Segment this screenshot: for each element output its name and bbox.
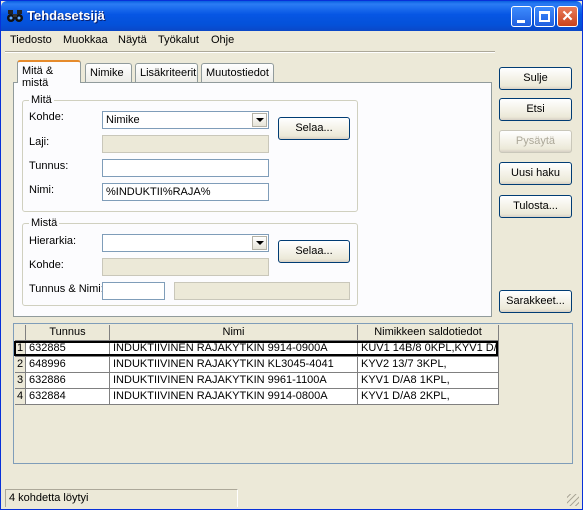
column-header-saldo[interactable]: Nimikkeen saldotiedot	[358, 325, 499, 341]
window-title: Tehdasetsijä	[27, 8, 105, 23]
menu-tiedosto[interactable]: Tiedosto	[10, 34, 52, 46]
table-cell[interactable]: INDUKTIIVINEN RAJAKYTKIN 9914-0800A	[110, 389, 358, 405]
maximize-icon	[539, 11, 550, 22]
table-cell[interactable]: 632884	[26, 389, 110, 405]
status-text: 4 kohdetta löytyi	[9, 492, 89, 504]
nimi-input[interactable]: %INDUKTII%RAJA%	[102, 183, 269, 201]
label-laji: Laji:	[29, 136, 50, 148]
tab-nimike[interactable]: Nimike	[85, 63, 132, 83]
label-tunnus-nimi: Tunnus & Nimi:	[29, 283, 104, 295]
grid-corner	[15, 325, 26, 341]
status-bar: 4 kohdetta löytyi	[5, 489, 238, 507]
print-button[interactable]: Tulosta...	[499, 195, 572, 218]
label-nimi: Nimi:	[29, 184, 55, 196]
hierarkia-combobox[interactable]	[102, 234, 269, 252]
title-bar[interactable]: Tehdasetsijä ✕	[1, 1, 582, 31]
resize-grip-icon[interactable]	[567, 494, 579, 506]
kohde-value: Nimike	[106, 114, 140, 126]
tab-panel: Mitä Kohde: Nimike Laji: Tunnus: Nimi: %…	[13, 82, 492, 317]
tab-muutostiedot[interactable]: Muutostiedot	[201, 63, 274, 83]
mista-nimi-field	[174, 282, 350, 300]
nimi-value: %INDUKTII%RAJA%	[106, 186, 211, 198]
menu-separator	[5, 51, 495, 53]
table-cell[interactable]: 632885	[26, 341, 110, 357]
browse-button-mista[interactable]: Selaa...	[278, 240, 350, 263]
group-mita: Mitä Kohde: Nimike Laji: Tunnus: Nimi: %…	[22, 94, 358, 212]
minimize-icon	[517, 20, 525, 23]
minimize-button[interactable]	[511, 6, 532, 27]
table-cell[interactable]: INDUKTIIVINEN RAJAKYTKIN KL3045-4041	[110, 357, 358, 373]
laji-field	[102, 135, 269, 153]
tab-label: Muutostiedot	[206, 67, 269, 79]
mista-tunnus-input[interactable]	[102, 282, 165, 300]
column-header-nimi[interactable]: Nimi	[110, 325, 358, 341]
app-window: Tehdasetsijä ✕ Tiedosto Muokkaa Näytä Ty…	[0, 0, 583, 510]
table-cell[interactable]: KYV2 13/7 3KPL,	[358, 357, 499, 373]
table-cell[interactable]: 632886	[26, 373, 110, 389]
tab-lisakriteerit[interactable]: Lisäkriteerit	[135, 63, 198, 83]
browse-button-mita[interactable]: Selaa...	[278, 117, 350, 140]
row-index[interactable]: 4	[15, 389, 26, 405]
table-cell[interactable]: 648996	[26, 357, 110, 373]
table-cell[interactable]: INDUKTIIVINEN RAJAKYTKIN 9914-0900A	[110, 341, 358, 357]
group-title-mita: Mitä	[29, 94, 54, 106]
row-index[interactable]: 1	[15, 341, 26, 357]
menu-muokkaa[interactable]: Muokkaa	[63, 34, 108, 46]
tab-label: Lisäkriteerit	[140, 67, 197, 79]
search-button[interactable]: Etsi	[499, 98, 572, 121]
label-tunnus: Tunnus:	[29, 160, 69, 172]
close-icon: ✕	[561, 8, 574, 25]
maximize-button[interactable]	[534, 6, 555, 27]
group-mista: Mistä Hierarkia: Kohde: Tunnus & Nimi: S…	[22, 217, 358, 306]
results-grid[interactable]: Tunnus Nimi Nimikkeen saldotiedot 1 6328…	[13, 323, 573, 464]
label-hierarkia: Hierarkia:	[29, 235, 77, 247]
group-title-mista: Mistä	[29, 217, 60, 229]
row-index[interactable]: 2	[15, 357, 26, 373]
table-cell[interactable]: INDUKTIIVINEN RAJAKYTKIN 9961-1100A	[110, 373, 358, 389]
menu-tyokalut[interactable]: Työkalut	[158, 34, 199, 46]
stop-button[interactable]: Pysäytä	[499, 130, 572, 153]
chevron-down-icon[interactable]	[252, 236, 267, 250]
chevron-down-icon[interactable]	[252, 113, 267, 127]
table-cell[interactable]: KYV1 D/A8 2KPL,	[358, 389, 499, 405]
tab-label: Nimike	[90, 67, 124, 79]
menu-ohje[interactable]: Ohje	[211, 34, 234, 46]
tab-mita-mista[interactable]: Mitä & mistä	[17, 60, 81, 89]
tunnus-input[interactable]	[102, 159, 269, 177]
new-search-button[interactable]: Uusi haku	[499, 162, 572, 185]
table-cell[interactable]: KYV1 D/A8 1KPL,	[358, 373, 499, 389]
binoculars-icon	[7, 10, 23, 22]
column-header-tunnus[interactable]: Tunnus	[26, 325, 110, 341]
columns-button[interactable]: Sarakkeet...	[499, 290, 572, 313]
close-window-button[interactable]: ✕	[557, 6, 578, 27]
row-index[interactable]: 3	[15, 373, 26, 389]
mista-kohde-field	[102, 258, 269, 276]
menu-nayta[interactable]: Näytä	[118, 34, 147, 46]
label-mista-kohde: Kohde:	[29, 259, 64, 271]
label-kohde: Kohde:	[29, 111, 64, 123]
close-button[interactable]: Sulje	[499, 67, 572, 90]
table-cell[interactable]: KUV1 14B/8 0KPL,KYV1 D/A	[358, 341, 499, 357]
kohde-combobox[interactable]: Nimike	[102, 111, 269, 129]
